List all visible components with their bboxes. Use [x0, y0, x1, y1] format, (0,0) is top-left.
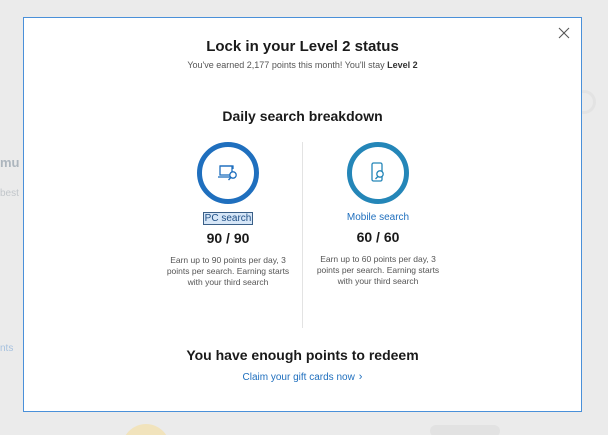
background-text: mu: [0, 155, 20, 170]
section-title: Daily search breakdown: [222, 108, 383, 124]
subtitle-level: Level 2: [387, 60, 418, 70]
background-link: nts: [0, 343, 14, 354]
pc-search-points: 90 / 90: [206, 230, 250, 246]
pc-search-description: Earn up to 90 points per day, 3 points p…: [166, 255, 290, 287]
screen: mu best nts Lock in your Level 2 status …: [0, 0, 608, 435]
laptop-search-icon: [218, 165, 237, 181]
status-dialog: Lock in your Level 2 status You've earne…: [23, 17, 582, 412]
pc-search-column: PC search 90 / 90 Earn up to 90 points p…: [153, 142, 303, 288]
background-text: best: [0, 188, 19, 199]
background-decoration: [430, 425, 500, 435]
claim-gift-cards-label: Claim your gift cards now: [242, 372, 355, 383]
dialog-title: Lock in your Level 2 status: [206, 38, 399, 55]
mobile-search-points: 60 / 60: [356, 229, 400, 245]
pc-progress-ring: [197, 142, 259, 204]
chevron-right-icon: ›: [358, 371, 363, 383]
claim-gift-cards-link[interactable]: Claim your gift cards now ›: [24, 371, 581, 383]
dialog-subtitle: You've earned 2,177 points this month! Y…: [24, 60, 581, 70]
mobile-search-description: Earn up to 60 points per day, 3 points p…: [316, 254, 440, 286]
pc-search-link[interactable]: PC search: [202, 212, 254, 225]
phone-search-icon: [371, 162, 384, 182]
mobile-search-link[interactable]: Mobile search: [346, 212, 410, 223]
mobile-progress-ring: [347, 142, 409, 204]
redeem-title: You have enough points to redeem: [186, 347, 419, 363]
mobile-search-column: Mobile search 60 / 60 Earn up to 60 poin…: [303, 142, 453, 287]
background-decoration: [122, 424, 170, 435]
subtitle-text: You've earned 2,177 points this month! Y…: [187, 60, 388, 70]
